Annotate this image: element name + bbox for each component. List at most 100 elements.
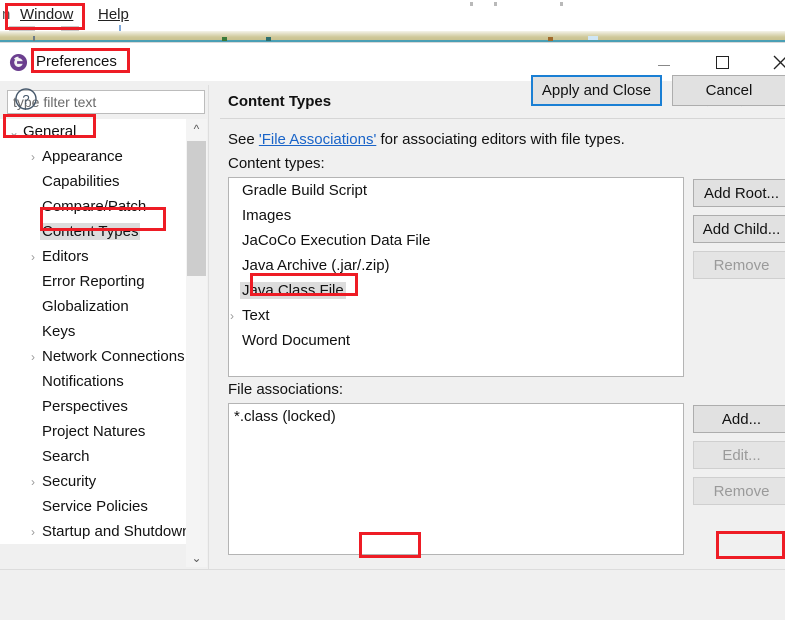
dialog-footer bbox=[0, 570, 785, 620]
edit-association-button: Edit... bbox=[693, 441, 785, 469]
chevron-right-icon[interactable]: › bbox=[26, 525, 40, 539]
list-item-label: Gradle Build Script bbox=[242, 182, 368, 199]
sidebar-item-label: General bbox=[23, 123, 77, 140]
sidebar-item-notifications[interactable]: Notifications bbox=[0, 369, 207, 394]
chevron-right-icon[interactable]: › bbox=[26, 350, 40, 364]
vertical-scrollbar-thumb[interactable] bbox=[187, 141, 206, 276]
toolbar-dot bbox=[470, 2, 473, 6]
tree-vertical-scrollbar[interactable]: ^ ⌄ bbox=[186, 119, 207, 567]
remove-association-button: Remove bbox=[693, 477, 785, 505]
menu-item-window[interactable]: Window bbox=[14, 4, 79, 25]
ide-tab-marker bbox=[222, 37, 227, 41]
list-item-label: *.class (locked) bbox=[234, 407, 336, 425]
list-item-label: Word Document bbox=[242, 332, 351, 349]
sidebar-item-label: Notifications bbox=[42, 373, 124, 390]
sidebar-item-label: Content Types bbox=[40, 223, 141, 240]
list-item-label: Java Class File bbox=[240, 282, 346, 299]
dialog-title-bar: Preferences bbox=[0, 43, 785, 81]
content-types-label: Content types: bbox=[228, 155, 325, 172]
apply-and-close-button[interactable]: Apply and Close bbox=[531, 75, 662, 106]
scroll-down-icon[interactable]: ⌄ bbox=[186, 548, 207, 567]
eclipse-icon bbox=[9, 53, 28, 72]
minimize-icon bbox=[658, 64, 670, 66]
sidebar-item-label: Project Natures bbox=[42, 423, 146, 440]
toolbar-dot bbox=[560, 2, 563, 6]
sidebar-item-startup-and-shutdown[interactable]: › Startup and Shutdown bbox=[0, 519, 207, 544]
sidebar-item-keys[interactable]: Keys bbox=[0, 319, 207, 344]
hint-suffix: for associating editors with file types. bbox=[376, 131, 625, 148]
list-item[interactable]: › Text bbox=[229, 303, 683, 328]
menu-item-help-label: Help bbox=[98, 6, 129, 23]
sidebar-item-label: Keys bbox=[42, 323, 76, 340]
hint-prefix: See bbox=[228, 131, 259, 148]
ide-tab-marker bbox=[548, 37, 553, 41]
remove-content-type-button: Remove bbox=[693, 251, 785, 279]
preferences-tree[interactable]: ⌄ General › Appearance Capabilities Compare/P… bbox=[0, 119, 207, 544]
sidebar-item-label: Startup and Shutdown bbox=[42, 523, 191, 540]
ide-tab-marker bbox=[266, 37, 271, 41]
list-item-label: Java Archive (.jar/.zip) bbox=[242, 257, 390, 274]
help-icon[interactable]: ? bbox=[14, 87, 38, 111]
sidebar-item-label: Editors bbox=[42, 248, 89, 265]
menu-item-help[interactable]: Help bbox=[92, 4, 135, 25]
chevron-right-icon[interactable]: › bbox=[26, 250, 40, 264]
close-icon bbox=[773, 55, 785, 69]
sidebar-item-error-reporting[interactable]: Error Reporting bbox=[0, 269, 207, 294]
list-item-label: Images bbox=[242, 207, 292, 224]
sidebar-item-service-policies[interactable]: Service Policies bbox=[0, 494, 207, 519]
sidebar-item-editors[interactable]: › Editors bbox=[0, 244, 207, 269]
add-root-button[interactable]: Add Root... bbox=[693, 179, 785, 207]
sidebar-item-label: Security bbox=[42, 473, 97, 490]
chevron-right-icon[interactable]: › bbox=[26, 150, 40, 164]
panel-divider bbox=[208, 85, 209, 569]
sidebar-item-network-connections[interactable]: › Network Connections bbox=[0, 344, 207, 369]
sidebar-item-capabilities[interactable]: Capabilities bbox=[0, 169, 207, 194]
scroll-up-icon[interactable]: ^ bbox=[186, 119, 207, 138]
sidebar-item-perspectives[interactable]: Perspectives bbox=[0, 394, 207, 419]
sidebar-item-label: Perspectives bbox=[42, 398, 128, 415]
sidebar-item-compare-patch[interactable]: Compare/Patch bbox=[0, 194, 207, 219]
list-item[interactable]: JaCoCo Execution Data File bbox=[229, 228, 683, 253]
sidebar-item-content-types[interactable]: Content Types bbox=[0, 219, 207, 244]
file-associations-hint: See 'File Associations' for associating … bbox=[228, 131, 625, 148]
sidebar-item-globalization[interactable]: Globalization bbox=[0, 294, 207, 319]
sidebar-item-label: Service Policies bbox=[42, 498, 148, 515]
ide-tab-marker bbox=[33, 36, 35, 41]
list-item[interactable]: Images bbox=[229, 203, 683, 228]
sidebar-item-label: Network Connections bbox=[42, 348, 185, 365]
ide-tab-marker bbox=[588, 36, 598, 40]
file-associations-label: File associations: bbox=[228, 381, 344, 398]
chevron-right-icon[interactable]: › bbox=[26, 475, 40, 489]
dialog-title: Preferences bbox=[36, 53, 117, 70]
list-item[interactable]: Java Class File bbox=[229, 278, 683, 303]
chevron-down-icon[interactable]: ⌄ bbox=[7, 125, 21, 139]
maximize-icon bbox=[715, 55, 729, 69]
list-item[interactable]: Word Document bbox=[229, 328, 683, 353]
list-item[interactable]: *.class (locked) bbox=[229, 404, 683, 428]
sidebar-item-label: Search bbox=[42, 448, 90, 465]
toolbar-dot bbox=[494, 2, 497, 6]
cancel-button[interactable]: Cancel bbox=[672, 75, 785, 106]
add-child-button[interactable]: Add Child... bbox=[693, 215, 785, 243]
sidebar-item-label: Globalization bbox=[42, 298, 129, 315]
add-association-button[interactable]: Add... bbox=[693, 405, 785, 433]
file-associations-link[interactable]: 'File Associations' bbox=[259, 131, 376, 148]
svg-text:?: ? bbox=[22, 92, 29, 107]
ide-menu-bar: n Window Help bbox=[0, 0, 785, 31]
sidebar-item-security[interactable]: › Security bbox=[0, 469, 207, 494]
list-item[interactable]: Gradle Build Script bbox=[229, 178, 683, 203]
list-item-label: Text bbox=[242, 307, 270, 324]
list-item[interactable]: Java Archive (.jar/.zip) bbox=[229, 253, 683, 278]
sidebar-item-project-natures[interactable]: Project Natures bbox=[0, 419, 207, 444]
content-types-list[interactable]: Gradle Build Script Images JaCoCo Executio… bbox=[228, 177, 684, 377]
title-separator bbox=[220, 118, 785, 119]
sidebar-item-label: Appearance bbox=[42, 148, 123, 165]
list-item-label: JaCoCo Execution Data File bbox=[242, 232, 431, 249]
screen: n Window Help Preferences type filter te… bbox=[0, 0, 785, 620]
file-associations-list[interactable]: *.class (locked) bbox=[228, 403, 684, 555]
chevron-right-icon[interactable]: › bbox=[229, 309, 240, 323]
sidebar-item-general[interactable]: ⌄ General bbox=[0, 119, 207, 144]
preferences-dialog: Preferences ⌄General›AppearanceCapabilit… bbox=[0, 42, 785, 620]
sidebar-item-search[interactable]: Search bbox=[0, 444, 207, 469]
sidebar-item-appearance[interactable]: › Appearance bbox=[0, 144, 207, 169]
